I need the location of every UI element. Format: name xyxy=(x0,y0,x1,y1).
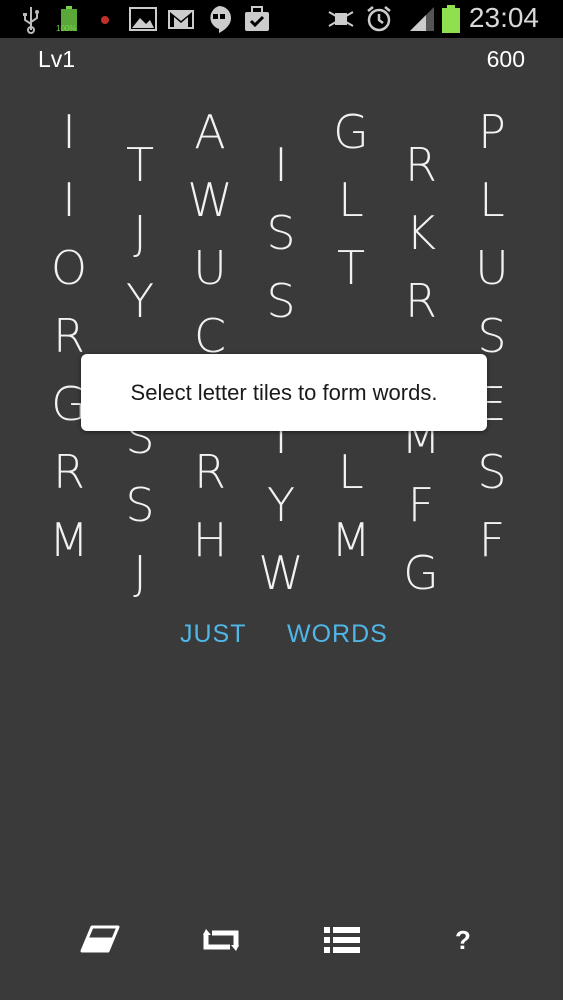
letter-tile[interactable]: S xyxy=(251,271,311,331)
letter-tile[interactable]: O xyxy=(39,238,99,298)
letter-tile[interactable]: P xyxy=(462,102,522,162)
list-icon xyxy=(324,927,360,953)
found-words: JUST WORDS xyxy=(0,620,563,652)
letter-tile[interactable]: R xyxy=(391,135,451,195)
letter-tile[interactable]: Y xyxy=(110,271,170,331)
eraser-icon xyxy=(80,925,120,953)
letter-tile[interactable]: H xyxy=(180,510,240,570)
help-icon: ? xyxy=(455,924,471,955)
toast-message: Select letter tiles to form words. xyxy=(130,379,438,405)
letter-tile[interactable]: I xyxy=(251,135,311,195)
letter-tile[interactable]: T xyxy=(321,238,381,298)
letter-tile[interactable]: I xyxy=(39,170,99,230)
letter-tile[interactable]: M xyxy=(321,510,381,570)
letter-tile[interactable]: U xyxy=(462,238,522,298)
bottom-toolbar: ? xyxy=(0,912,563,968)
letter-tile[interactable]: M xyxy=(39,510,99,570)
letter-tile[interactable]: A xyxy=(180,102,240,162)
letter-tile[interactable]: T xyxy=(110,135,170,195)
shuffle-icon xyxy=(203,929,239,951)
letter-tile[interactable]: J xyxy=(110,203,170,263)
letter-tile[interactable]: R xyxy=(391,271,451,331)
letter-tile[interactable]: K xyxy=(391,203,451,263)
letter-tile[interactable]: I xyxy=(39,102,99,162)
found-word[interactable]: JUST xyxy=(180,620,247,649)
letter-tile[interactable]: G xyxy=(391,543,451,603)
letter-tile[interactable]: S xyxy=(462,442,522,502)
letter-tile[interactable]: F xyxy=(462,510,522,570)
letter-tile[interactable]: G xyxy=(321,102,381,162)
letter-tile[interactable]: J xyxy=(110,543,170,603)
letter-tile[interactable]: L xyxy=(321,442,381,502)
letter-tile[interactable]: L xyxy=(462,170,522,230)
word-list-button[interactable] xyxy=(314,912,370,968)
letter-tile[interactable]: L xyxy=(321,170,381,230)
letter-tile[interactable]: R xyxy=(39,442,99,502)
letter-tile[interactable]: S xyxy=(110,475,170,535)
letter-tile[interactable]: U xyxy=(180,238,240,298)
found-word[interactable]: WORDS xyxy=(287,620,388,649)
letter-tile[interactable]: R xyxy=(180,442,240,502)
shuffle-button[interactable] xyxy=(193,912,249,968)
hint-toast: Select letter tiles to form words. xyxy=(81,354,487,431)
eraser-button[interactable] xyxy=(72,912,128,968)
letter-tile[interactable]: W xyxy=(251,543,311,603)
letter-tile[interactable]: W xyxy=(180,170,240,230)
letter-tile[interactable]: F xyxy=(391,475,451,535)
letter-tile[interactable]: S xyxy=(251,203,311,263)
letter-tile[interactable]: Y xyxy=(251,475,311,535)
letter-grid: IIORGRMTJYSSJAWUCRHISSIYWGLTLMRKRMFGPLUS… xyxy=(0,0,563,620)
help-button[interactable]: ? xyxy=(435,912,491,968)
